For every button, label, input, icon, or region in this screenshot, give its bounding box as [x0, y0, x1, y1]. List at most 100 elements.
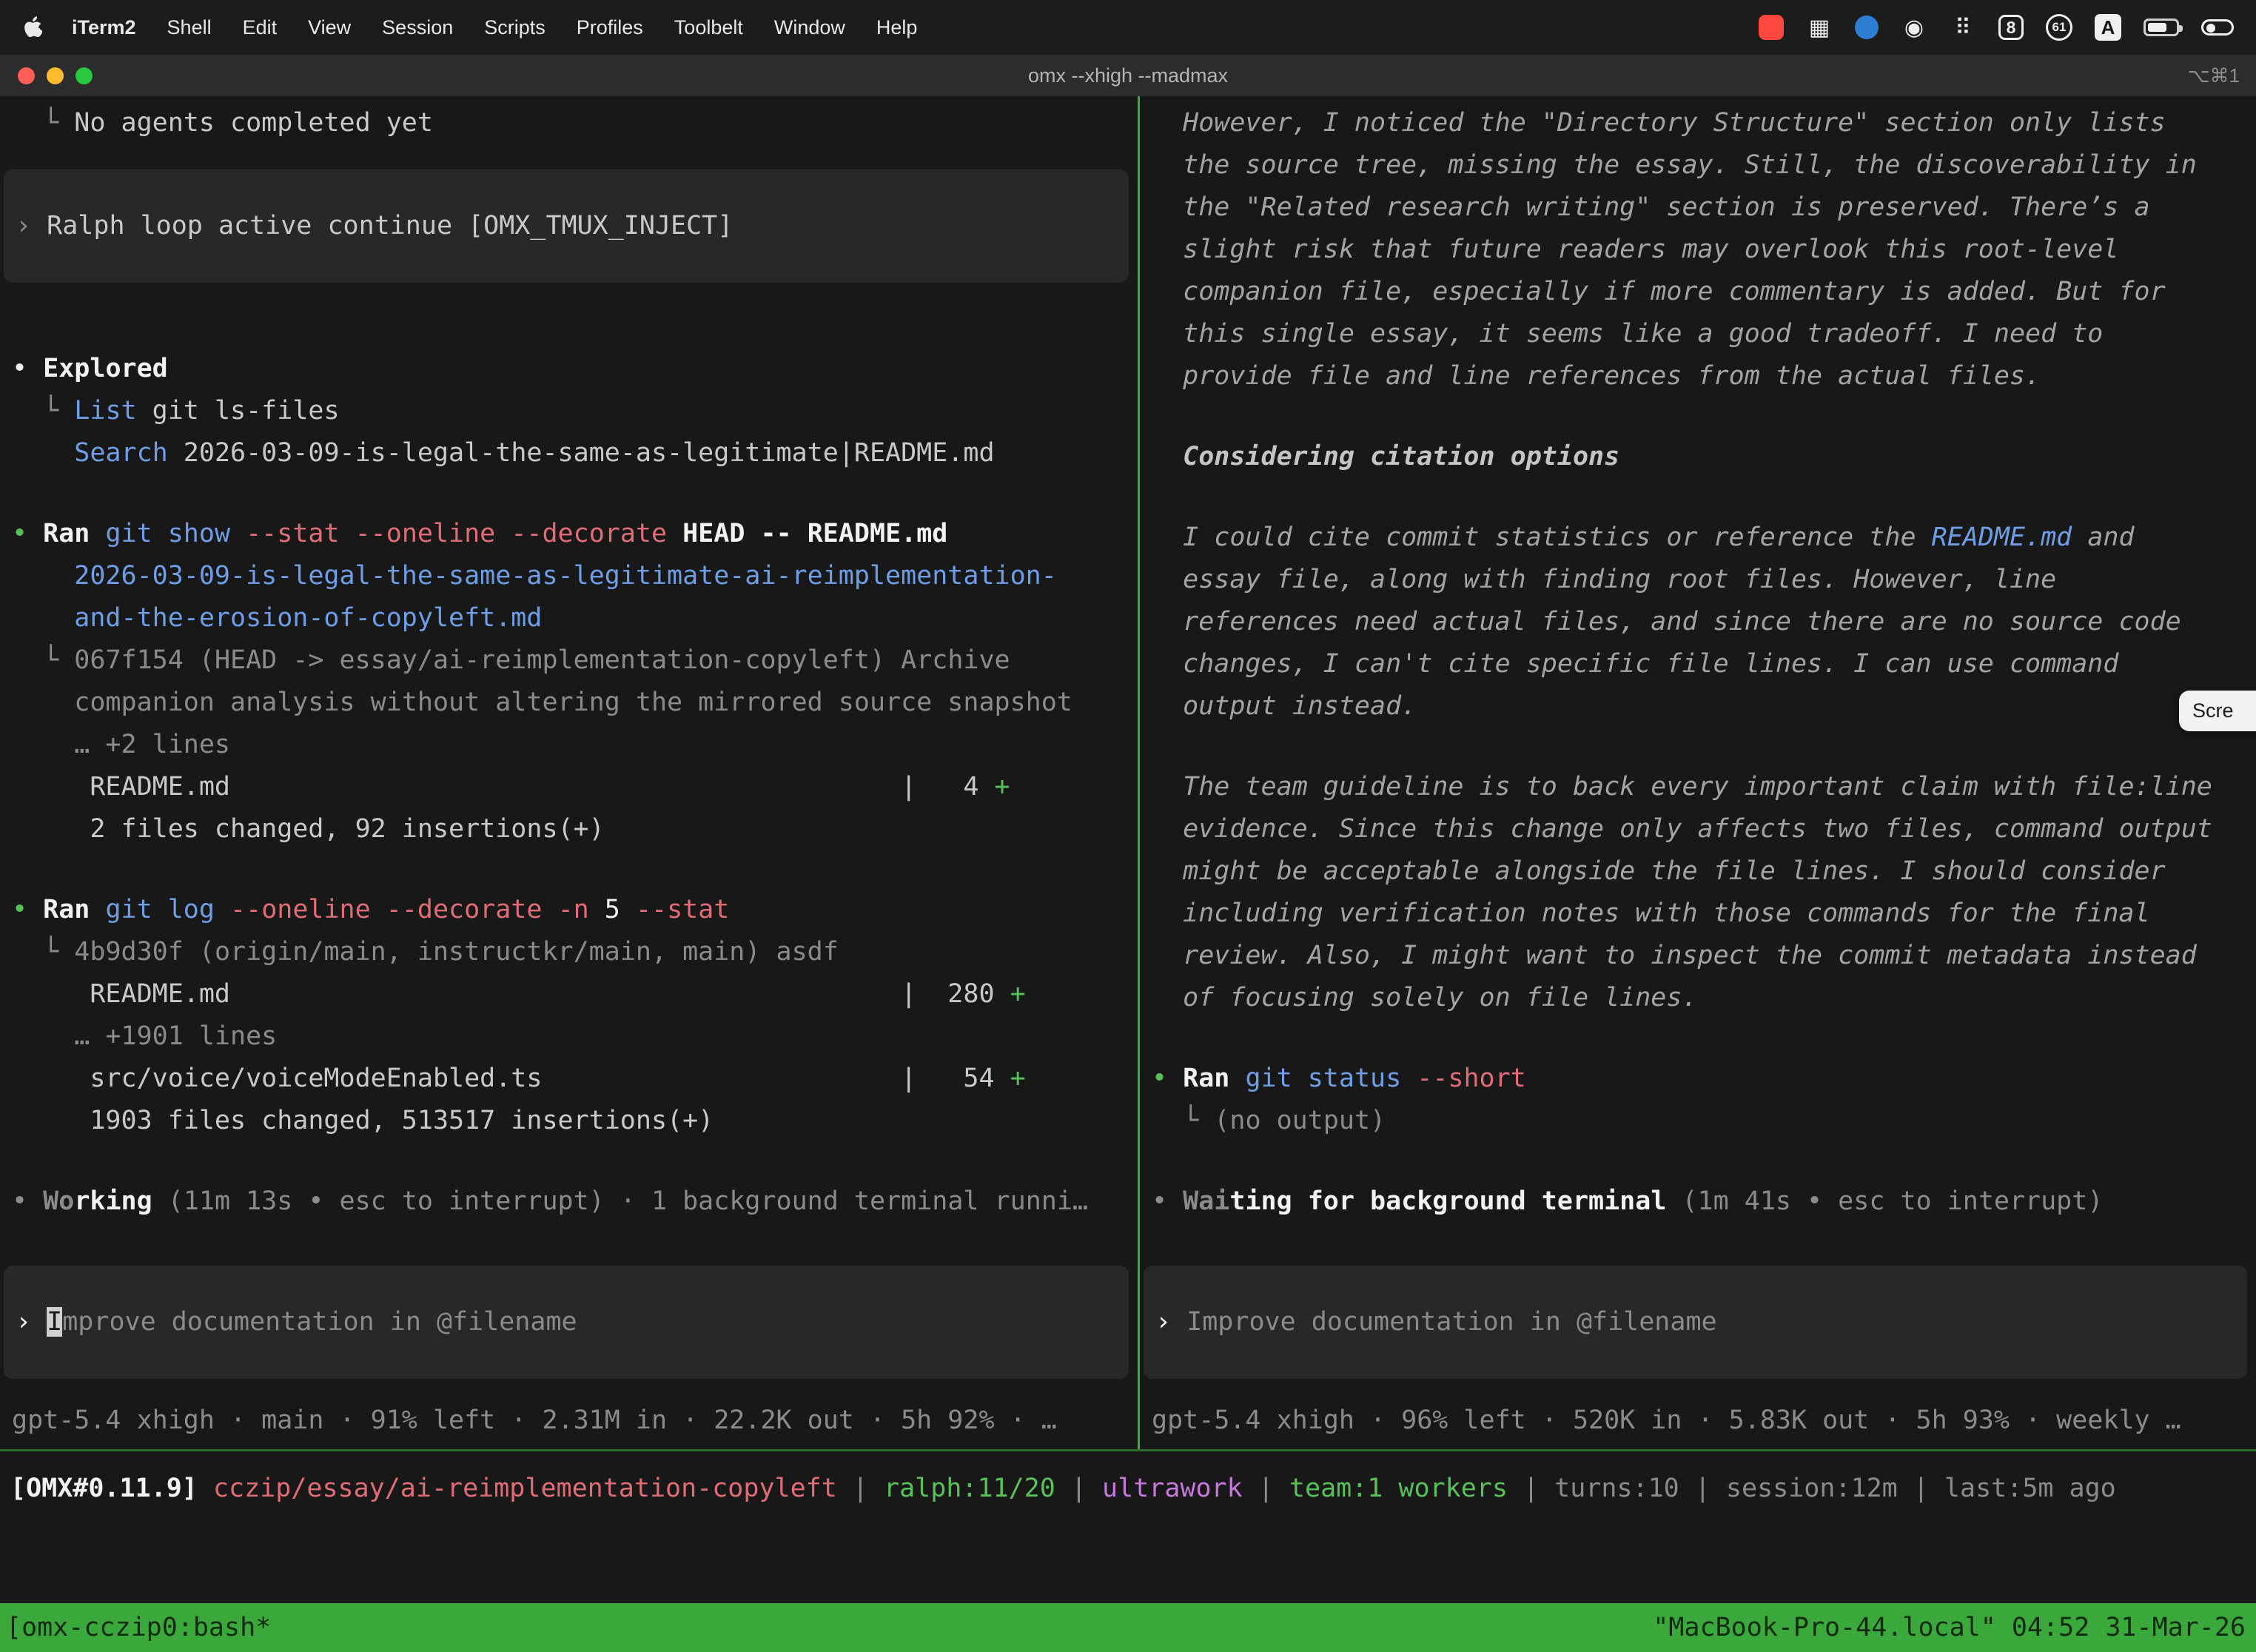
minimize-button[interactable] — [47, 67, 64, 84]
pane-bottom-border — [0, 1449, 2256, 1451]
text-run: (11m 13s • esc to interrupt) · 1 backgro… — [152, 1186, 1088, 1216]
ralph-loop-banner: › Ralph loop active continue [OMX_TMUX_I… — [4, 205, 1129, 247]
text-run: • — [1152, 1064, 1183, 1093]
text-run: 2026-03-09-is-legal-the-same-as-legitima… — [12, 561, 1057, 591]
text-run: Ran — [43, 519, 90, 548]
control-center-icon[interactable] — [2201, 19, 2234, 36]
text-run: git log — [105, 895, 215, 924]
text-run: README.md | 4 — [12, 772, 995, 802]
terminal-line: The team guideline is to back every impo… — [1140, 766, 2256, 808]
right-terminal-pane[interactable]: However, I noticed the "Directory Struct… — [1140, 96, 2256, 1449]
model-status-left: gpt-5.4 xhigh · main · 91% left · 2.31M … — [0, 1400, 1138, 1442]
apple-menu[interactable] — [22, 16, 42, 39]
spacer — [0, 474, 1138, 513]
terminal-line: I could cite commit statistics or refere… — [1140, 517, 2256, 559]
text-run: -n — [558, 895, 589, 924]
desktop: iTerm2 Shell Edit View Session Scripts Profile… — [0, 0, 2256, 1652]
terminal-line: the source tree, missing the essay. Stil… — [1140, 144, 2256, 187]
text-run: 067f154 (HEAD -> essay/ai-reimplementati… — [74, 645, 1010, 675]
model-status-right: gpt-5.4 xhigh · 96% left · 520K in · 5.8… — [1140, 1400, 2256, 1442]
text-run: › — [16, 1307, 47, 1337]
menu-scripts[interactable]: Scripts — [484, 16, 545, 39]
window-title-bar[interactable]: omx --xhigh --madmax ⌥⌘1 — [0, 55, 2256, 97]
text-run — [90, 895, 105, 924]
text-run: turns:10 — [1554, 1474, 1679, 1503]
input-source-icon[interactable]: A — [2095, 14, 2121, 41]
app-eight-icon[interactable]: 8 — [1998, 15, 2024, 40]
text-run: • — [12, 519, 43, 548]
prompt-input-right[interactable]: › Improve documentation in @filename — [1144, 1266, 2247, 1379]
terminal-line: changes, I can't cite specific file line… — [1140, 643, 2256, 685]
menu-session[interactable]: Session — [382, 16, 453, 39]
terminal-line: output instead. — [1140, 685, 2256, 728]
prompt-input-left[interactable]: › Improve documentation in @filename — [4, 1266, 1129, 1379]
text-run: + — [1010, 1064, 1026, 1093]
left-pane-bottom: › Improve documentation in @filename gpt… — [0, 1266, 1138, 1449]
blue-app-icon[interactable] — [1855, 16, 1879, 39]
terminal-panes: └ No agents completed yet › Ralph loop ac… — [0, 96, 2256, 1449]
text-run: Explored — [43, 354, 168, 383]
text-run: … +1901 lines — [12, 1021, 277, 1051]
menu-profiles[interactable]: Profiles — [577, 16, 643, 39]
prompt-line-left[interactable]: › Improve documentation in @filename — [4, 1301, 1129, 1343]
close-button[interactable] — [18, 67, 35, 84]
screen-share-tab[interactable]: Scre — [2179, 691, 2256, 731]
text-run: (1m 41s • esc to interrupt) — [1666, 1186, 2103, 1216]
window-grid-icon[interactable]: ▦ — [1806, 13, 1833, 41]
terminal-line: • Explored — [0, 348, 1138, 390]
spacer — [0, 144, 1138, 169]
text-run: └ — [1152, 1106, 1214, 1135]
menu-toolbelt[interactable]: Toolbelt — [674, 16, 743, 39]
terminal-line: the "Related research writing" section i… — [1140, 187, 2256, 229]
terminal-line: including verification notes with those … — [1140, 893, 2256, 935]
zoom-button[interactable] — [75, 67, 93, 84]
text-run: Ran — [1183, 1064, 1229, 1093]
text-run: ultrawork — [1102, 1474, 1243, 1503]
terminal-line: slight risk that future readers may over… — [1140, 229, 2256, 271]
text-run: mprove documentation in @filename — [62, 1307, 577, 1337]
dark-app-icon[interactable]: ◉ — [1901, 13, 1927, 41]
screen-recording-indicator-icon[interactable] — [1759, 15, 1784, 40]
text-run: • — [12, 895, 43, 924]
left-terminal-pane[interactable]: └ No agents completed yet › Ralph loop ac… — [0, 96, 1138, 1449]
text-run: 4b9d30f (origin/main, instructkr/main, m… — [74, 937, 839, 967]
text-run — [230, 519, 246, 548]
terminal-line: • Working (11m 13s • esc to interrupt) ·… — [0, 1181, 1138, 1223]
text-run: references need actual files, and since … — [1152, 607, 2181, 637]
text-run — [1401, 1064, 1417, 1093]
terminal-line: However, I noticed the "Directory Struct… — [1140, 102, 2256, 144]
menu-help[interactable]: Help — [876, 16, 918, 39]
text-run: • — [1152, 1186, 1183, 1216]
text-run — [215, 895, 230, 924]
text-run — [12, 438, 74, 468]
dots-grid-icon[interactable]: ⠿ — [1950, 13, 1976, 41]
text-run: src/voice/voiceModeEnabled.ts | 54 — [12, 1064, 1010, 1093]
text-run: review. Also, I might want to inspect th… — [1152, 941, 2197, 970]
menu-window[interactable]: Window — [774, 16, 845, 39]
text-run: + — [995, 772, 1010, 802]
text-run: the "Related research writing" section i… — [1152, 192, 2150, 222]
text-run: › — [1155, 1307, 1186, 1337]
terminal-line: might be acceptable alongside the file l… — [1140, 850, 2256, 893]
left-pane-scrollback: └ No agents completed yet › Ralph loop ac… — [0, 102, 1138, 1223]
menu-edit[interactable]: Edit — [243, 16, 278, 39]
text-run — [90, 519, 105, 548]
text-run: 1903 files changed, 513517 insertions(+) — [12, 1106, 714, 1135]
text-run: | — [1898, 1474, 1944, 1503]
battery-icon[interactable] — [2143, 19, 2179, 36]
menu-shell[interactable]: Shell — [167, 16, 212, 39]
window-shortcut: ⌥⌘1 — [2188, 64, 2240, 87]
prompt-line-right[interactable]: › Improve documentation in @filename — [1144, 1301, 2247, 1343]
text-run: --short — [1417, 1064, 1526, 1093]
text-run: --stat --oneline --decorate — [246, 519, 667, 548]
battery-percent-icon[interactable]: 61 — [2046, 14, 2072, 41]
terminal-line: └ List git ls-files — [0, 390, 1138, 432]
text-run: The team guideline is to back every impo… — [1152, 772, 2212, 802]
text-run: slight risk that future readers may over… — [1152, 235, 2118, 264]
terminal-line: essay file, along with finding root file… — [1140, 559, 2256, 601]
text-run: [OMX#0.11.9] — [10, 1474, 213, 1503]
terminal-line: └ No agents completed yet — [0, 102, 1138, 144]
menu-view[interactable]: View — [308, 16, 351, 39]
menu-iterm2[interactable]: iTerm2 — [72, 16, 136, 39]
text-run: --oneline --decorate — [230, 895, 542, 924]
